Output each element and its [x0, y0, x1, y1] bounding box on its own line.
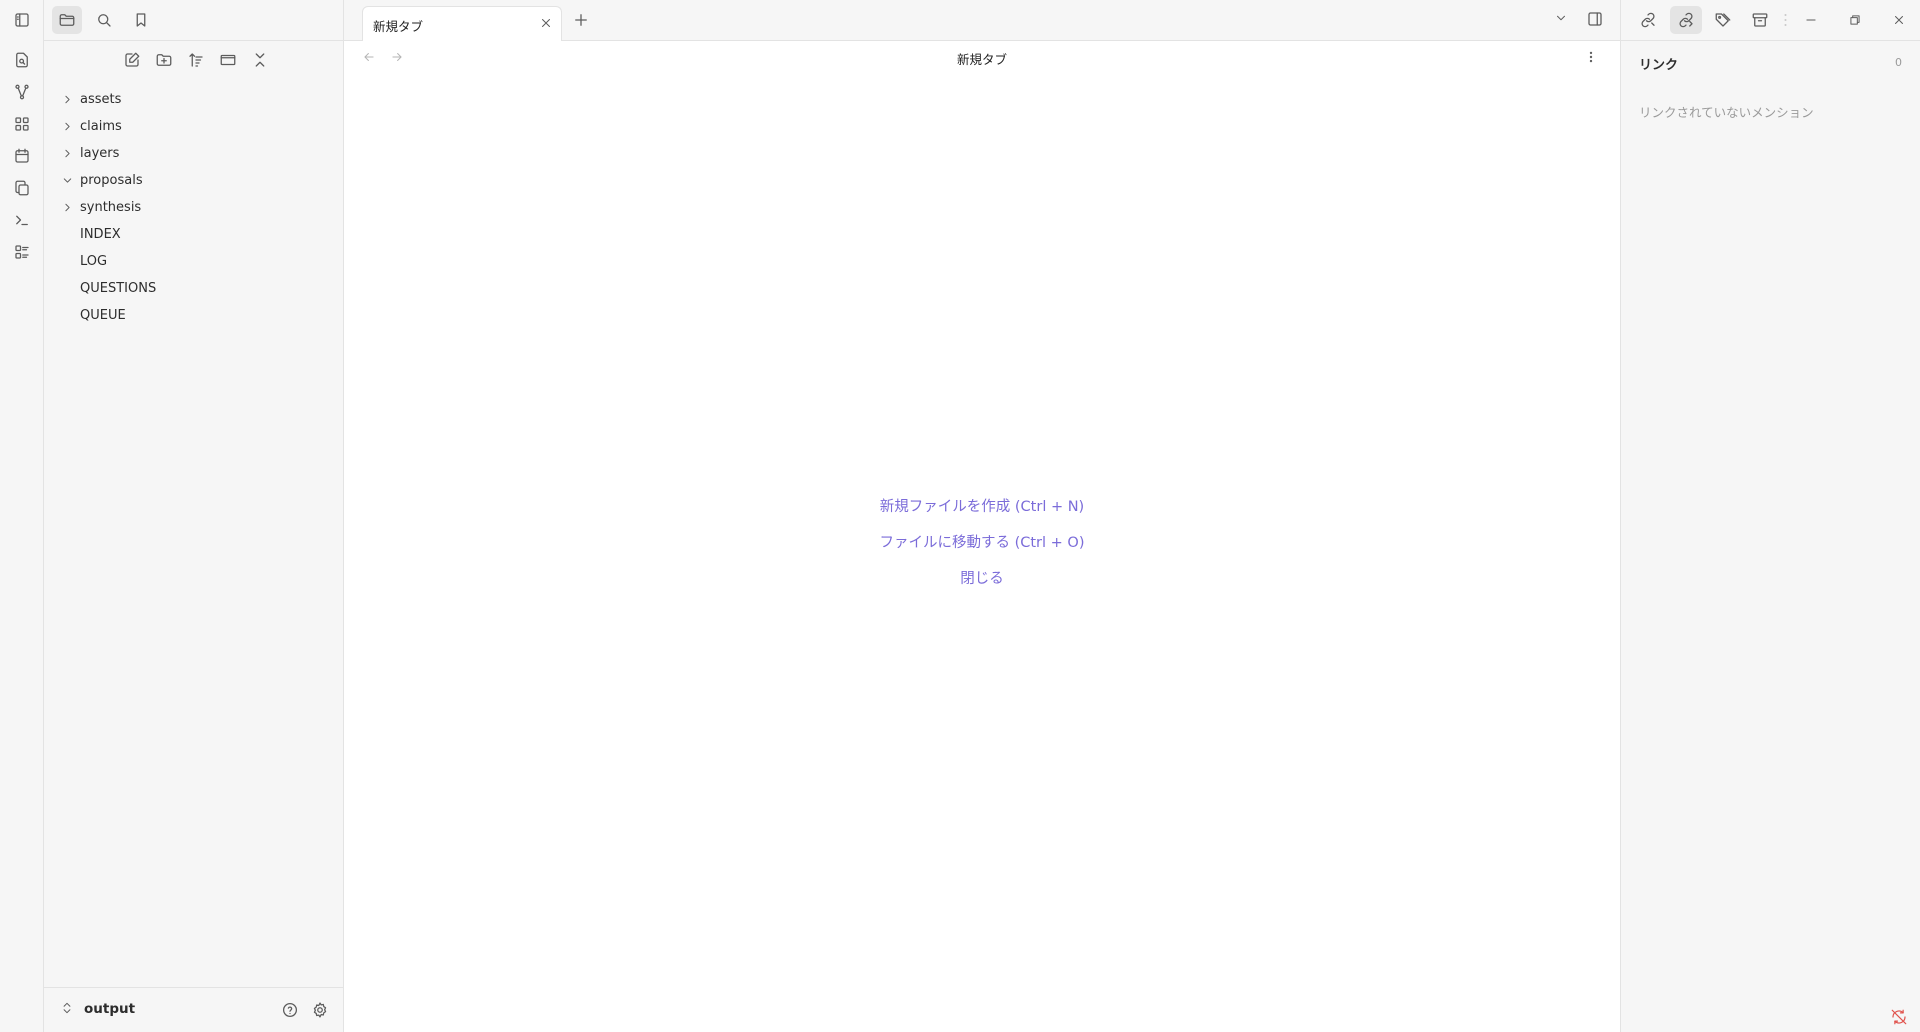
new-folder-button[interactable] [151, 47, 177, 73]
sort-order-button[interactable] [183, 47, 209, 73]
chevron-right-icon[interactable] [61, 147, 74, 160]
tree-item-label: LOG [80, 254, 108, 269]
tree-item-label: QUEUE [80, 308, 126, 323]
tree-file-questions[interactable]: QUESTIONS [44, 275, 343, 302]
command-palette-terminal-icon[interactable] [9, 207, 35, 233]
tree-item-label: layers [80, 146, 120, 161]
outgoing-links-tab[interactable] [1670, 6, 1702, 34]
minimize-icon [1806, 19, 1816, 21]
edit-icon [125, 52, 140, 67]
vault-switcher-chevrons-icon[interactable] [60, 1001, 74, 1015]
close-tab-link[interactable]: 閉じる [344, 569, 1620, 605]
restore-window-button[interactable] [1837, 6, 1873, 34]
reveal-icon [220, 54, 236, 66]
plus-icon[interactable] [572, 11, 590, 29]
view-header: 新規タブ [344, 41, 1620, 75]
collapse-all-button[interactable] [247, 47, 273, 73]
chevron-right-icon[interactable] [61, 93, 74, 106]
archive-icon [1752, 13, 1768, 27]
chevron-down-icon[interactable] [1554, 11, 1568, 25]
archive-tab[interactable] [1744, 6, 1776, 34]
bases-list-icon[interactable] [9, 239, 35, 265]
new-note-button[interactable] [119, 47, 145, 73]
main-editor-area: 新規タブ 新規タブ 新規ファイルを作成 (Ctrl + N) ファイルに移動する… [344, 0, 1620, 1032]
link-in-icon [1641, 12, 1655, 28]
tree-folder-synthesis[interactable]: synthesis [44, 194, 343, 221]
tree-file-log[interactable]: LOG [44, 248, 343, 275]
vault-name[interactable]: output [84, 1001, 135, 1017]
tree-folder-claims[interactable]: claims [44, 113, 343, 140]
tags-tab[interactable] [1707, 6, 1739, 34]
bookmark-icon [136, 13, 146, 27]
tab-title: 新規タブ [373, 19, 424, 34]
auto-reveal-button[interactable] [215, 47, 241, 73]
close-icon [1895, 16, 1903, 24]
sort-icon [189, 53, 203, 67]
help-icon[interactable] [281, 1001, 299, 1019]
search-tab[interactable] [89, 6, 119, 34]
close-icon[interactable] [539, 16, 553, 30]
file-tree: assets claims layers proposals synthesis… [44, 86, 343, 329]
minimize-window-button[interactable] [1793, 6, 1829, 34]
tree-item-label: INDEX [80, 227, 121, 242]
tags-icon [1715, 13, 1731, 27]
sidebar-right-icon[interactable] [1586, 10, 1604, 28]
sidebar-left-icon [15, 13, 29, 27]
tab-header: 新規タブ [344, 0, 1620, 41]
collapse-icon [255, 53, 265, 67]
tree-file-queue[interactable]: QUEUE [44, 302, 343, 329]
folder-icon [59, 14, 75, 26]
chevron-right-icon[interactable] [61, 120, 74, 133]
links-count: 0 [1895, 56, 1902, 69]
tree-folder-assets[interactable]: assets [44, 86, 343, 113]
ribbon [0, 0, 44, 1032]
chevron-down-icon[interactable] [61, 174, 74, 187]
drag-handle-icon [1784, 14, 1787, 26]
templates-copy-icon[interactable] [9, 175, 35, 201]
graph-view-icon[interactable] [9, 79, 35, 105]
left-sidebar: assets claims layers proposals synthesis… [15, 0, 344, 1032]
backlinks-tab[interactable] [1632, 6, 1664, 34]
go-to-file-link[interactable]: ファイルに移動する (Ctrl + O) [344, 533, 1620, 569]
tree-item-label: proposals [80, 173, 143, 188]
folder-plus-icon [156, 54, 172, 66]
tree-item-label: synthesis [80, 200, 142, 215]
tab-new-tab[interactable]: 新規タブ [362, 6, 562, 41]
tree-item-label: QUESTIONS [80, 281, 157, 296]
sync-error-icon[interactable] [1890, 1008, 1908, 1026]
empty-state: 新規ファイルを作成 (Ctrl + N) ファイルに移動する (Ctrl + O… [344, 497, 1620, 605]
tree-folder-layers[interactable]: layers [44, 140, 343, 167]
tree-file-index[interactable]: INDEX [44, 221, 343, 248]
settings-gear-icon[interactable] [311, 1001, 329, 1019]
canvas-icon[interactable] [9, 111, 35, 137]
unlinked-mentions-header[interactable]: リンクされていないメンション [1639, 102, 1814, 121]
links-pane-title[interactable]: リンク [1639, 54, 1678, 73]
open-quick-switcher-icon[interactable] [9, 47, 35, 73]
close-window-button[interactable] [1881, 6, 1917, 34]
more-options-icon[interactable] [1584, 50, 1598, 64]
right-sidebar: リンク 0 リンクされていないメンション [1620, 0, 1920, 1032]
chevron-right-icon[interactable] [61, 201, 74, 214]
tree-item-label: claims [80, 119, 122, 134]
divider [44, 40, 343, 41]
divider [1621, 40, 1920, 41]
daily-note-calendar-icon[interactable] [9, 143, 35, 169]
vault-bar: output [44, 987, 343, 1032]
toggle-left-sidebar-button[interactable] [7, 6, 37, 34]
restore-icon [1850, 15, 1860, 25]
file-explorer-tab[interactable] [52, 6, 82, 34]
view-title: 新規タブ [956, 52, 1007, 67]
create-new-file-link[interactable]: 新規ファイルを作成 (Ctrl + N) [344, 497, 1620, 533]
link-out-icon [1679, 12, 1693, 28]
tree-item-label: assets [80, 92, 122, 107]
tree-folder-proposals[interactable]: proposals [44, 167, 343, 194]
search-icon [98, 14, 111, 27]
bookmarks-tab[interactable] [126, 6, 156, 34]
